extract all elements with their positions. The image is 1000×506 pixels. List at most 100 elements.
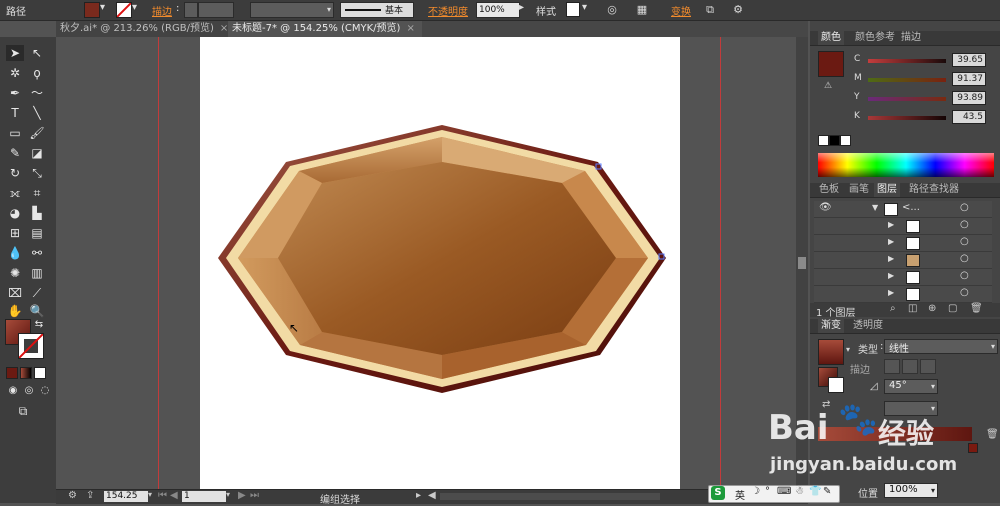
symbol-sprayer-tool-icon[interactable]: ✺ (6, 265, 24, 281)
zoom-dropdown-icon[interactable]: ▾ (148, 490, 152, 499)
color-mode-icon[interactable] (6, 367, 18, 379)
stroke-color-box[interactable] (18, 333, 44, 359)
user-icon[interactable]: ☃ (795, 486, 804, 497)
tab-brushes[interactable]: 画笔 (846, 183, 872, 197)
width-tool-icon[interactable]: ⟗ (6, 185, 24, 201)
stroke-swatch[interactable] (116, 2, 132, 18)
tab-doc-1[interactable]: 秋夕.ai* @ 213.26% (RGB/预览) × (56, 21, 232, 37)
opacity-label[interactable]: 不透明度 (428, 3, 468, 18)
channel-k-slider[interactable] (868, 116, 946, 120)
status-menu-icon[interactable]: ▸ (416, 490, 421, 501)
zoom-field[interactable]: 154.25 (104, 491, 148, 502)
artboard-tool-icon[interactable]: ⌧ (6, 285, 24, 301)
perspective-grid-tool-icon[interactable]: ▙ (28, 205, 46, 221)
expand-arrow-icon[interactable]: ▼ (872, 203, 878, 212)
stroke-gradient-across-icon[interactable] (920, 359, 936, 374)
gradient-mode-icon[interactable] (20, 367, 32, 379)
target-circle-icon[interactable]: ○ (960, 253, 969, 264)
layer-row[interactable]: ▶ ○ (814, 235, 992, 252)
expand-arrow-icon[interactable]: ▶ (888, 220, 894, 229)
layer-row[interactable]: ▶ ○ (814, 218, 992, 235)
color-panel-fill-swatch[interactable] (818, 51, 844, 77)
magic-wand-tool-icon[interactable]: ✲ (6, 65, 24, 81)
horizontal-scrollbar[interactable] (440, 493, 660, 500)
trash-icon[interactable]: 🗑 (970, 303, 983, 314)
new-sublayer-icon[interactable]: ⊕ (928, 303, 936, 314)
canvas-area[interactable]: ↖ (56, 37, 808, 489)
layer-row[interactable]: ▶ ○ (814, 269, 992, 286)
tab-swatches[interactable]: 色板 (816, 183, 842, 197)
none-swatch[interactable] (818, 135, 829, 146)
target-circle-icon[interactable]: ○ (960, 287, 969, 298)
brush-dropdown[interactable]: 基本 (340, 2, 414, 18)
expand-arrow-icon[interactable]: ▶ (888, 288, 894, 297)
layer-row[interactable]: 👁 ▼ <... ○ (814, 201, 992, 218)
channel-y-value[interactable]: 93.89 (952, 91, 986, 105)
tab-color[interactable]: 颜色 (818, 31, 844, 45)
sogou-icon[interactable]: S (711, 486, 725, 500)
eraser-tool-icon[interactable]: ◪ (28, 145, 46, 161)
paintbrush-tool-icon[interactable]: 🖌 (28, 125, 46, 141)
opacity-field[interactable]: 100% (476, 2, 520, 18)
channel-m-value[interactable]: 91.37 (952, 72, 986, 86)
close-icon[interactable]: × (220, 23, 228, 34)
black-swatch[interactable] (829, 135, 840, 146)
artboard-dropdown-icon[interactable]: ▾ (226, 490, 230, 499)
channel-c-value[interactable]: 39.65 (952, 53, 986, 67)
tools-icon[interactable]: ✎ (823, 486, 831, 497)
stroke-gradient-along-icon[interactable] (902, 359, 918, 374)
scroll-left-icon[interactable]: ◀ (428, 490, 436, 501)
delete-stop-icon[interactable]: 🗑 (986, 429, 999, 440)
tab-doc-2[interactable]: 未标题-7* @ 154.25% (CMYK/预览) × (228, 21, 422, 37)
stroke-dropdown-icon[interactable]: ▾ (132, 2, 137, 13)
expand-arrow-icon[interactable]: ▶ (888, 254, 894, 263)
screen-mode-icon[interactable]: ⧉ (14, 403, 32, 419)
share-icon[interactable]: ⇪ (86, 490, 94, 501)
channel-c-slider[interactable] (868, 59, 946, 63)
recolor-icon[interactable]: ◎ (604, 2, 620, 18)
variable-width-dropdown[interactable]: ▾ (250, 2, 334, 18)
target-circle-icon[interactable]: ○ (960, 270, 969, 281)
direct-selection-tool-icon[interactable]: ↖ (28, 45, 46, 61)
tab-transparency[interactable]: 透明度 (850, 319, 886, 333)
target-circle-icon[interactable]: ○ (960, 236, 969, 247)
draw-inside-icon[interactable]: ◌ (36, 383, 54, 399)
scale-tool-icon[interactable]: ⤡ (28, 165, 46, 181)
fill-swatch[interactable] (84, 2, 100, 18)
keyboard-icon[interactable]: ⌨ (777, 486, 791, 497)
inner-face[interactable] (278, 162, 616, 355)
tab-stroke[interactable]: 描边 (898, 31, 924, 45)
tab-layers[interactable]: 图层 (874, 183, 900, 197)
eyedropper-tool-icon[interactable]: 💧 (6, 245, 24, 261)
channel-k-value[interactable]: 43.5 (952, 110, 986, 124)
style-dropdown-icon[interactable]: ▾ (582, 2, 587, 13)
hand-tool-icon[interactable]: ✋ (6, 303, 24, 319)
out-of-gamut-icon[interactable]: ⚠ (824, 81, 832, 91)
pen-tool-icon[interactable]: ✒ (6, 85, 24, 101)
fill-dropdown-icon[interactable]: ▾ (100, 2, 105, 13)
swap-colors-icon[interactable]: ⇆ (30, 317, 48, 333)
new-layer-icon[interactable]: ▢ (948, 303, 957, 314)
opacity-arrow-icon[interactable]: ▸ (519, 2, 524, 13)
style-swatch[interactable] (566, 2, 580, 17)
next-artboard-icon[interactable]: ▶ (238, 490, 246, 501)
rectangle-tool-icon[interactable]: ▭ (6, 125, 24, 141)
octagon-artwork[interactable] (200, 37, 680, 489)
pencil-tool-icon[interactable]: ✎ (6, 145, 24, 161)
tab-color-guide[interactable]: 颜色参考 (852, 31, 898, 45)
ime-lang-label[interactable]: 英 (735, 487, 745, 502)
free-transform-tool-icon[interactable]: ⌗ (28, 185, 46, 201)
graph-tool-icon[interactable]: ▥ (28, 265, 46, 281)
expand-arrow-icon[interactable]: ▶ (888, 237, 894, 246)
tab-pathfinder[interactable]: 路径查找器 (906, 183, 962, 197)
artboard[interactable] (200, 37, 680, 489)
transform-label[interactable]: 变换 (671, 3, 691, 18)
punct-icon[interactable]: ° (765, 486, 770, 497)
expand-arrow-icon[interactable]: ▶ (888, 271, 894, 280)
channel-m-slider[interactable] (868, 78, 946, 82)
white-swatch[interactable] (840, 135, 851, 146)
target-circle-icon[interactable]: ○ (960, 219, 969, 230)
selection-tool-icon[interactable]: ➤ (6, 45, 24, 61)
isolate-icon[interactable]: ⧉ (702, 2, 718, 18)
tab-gradient[interactable]: 渐变 (818, 319, 844, 333)
